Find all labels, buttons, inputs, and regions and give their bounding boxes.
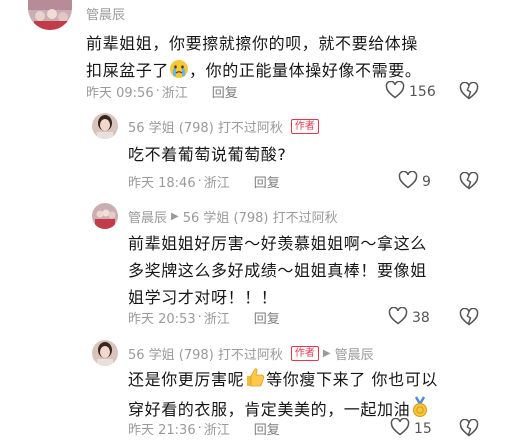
timestamp: 昨天 20:53 (128, 312, 196, 327)
avatar-56-xuejie[interactable] (92, 113, 118, 139)
comment-2-line-1: 吃不着葡萄说葡萄酸? (128, 145, 287, 164)
author-badge: 作者 (290, 346, 319, 361)
location: 浙江 (203, 176, 230, 191)
broken-heart-icon[interactable] (459, 418, 479, 441)
comment-3-author[interactable]: 管晨辰 ▶ 56 学姐 (798) 打不过阿秋 (128, 207, 338, 226)
avatar-56-xuejie[interactable] (92, 340, 118, 366)
heart-icon[interactable] (390, 417, 410, 440)
location: 浙江 (203, 312, 230, 327)
comment-1-meta: 昨天 09:56 · 浙江 回复 (86, 82, 238, 101)
comment-1-author[interactable]: 管晨辰 (86, 4, 125, 23)
like-count: 9 (422, 174, 431, 190)
comment-4-line-1: 还是你更厉害呢 等你瘦下来了 你也可以 (128, 366, 503, 396)
heart-icon[interactable] (388, 306, 408, 329)
avatar-guanchenchen[interactable] (28, 0, 72, 30)
reply-to-name[interactable]: 56 学姐 (798) 打不过阿秋 (183, 207, 338, 226)
timestamp: 昨天 09:56 (86, 86, 154, 101)
thumbs-up-icon (244, 366, 266, 396)
comment-4-line-1a: 还是你更厉害呢 (128, 370, 245, 389)
author-name[interactable]: 56 学姐 (798) 打不过阿秋 (128, 344, 283, 363)
reply-to-name[interactable]: 管晨辰 (335, 344, 374, 363)
like-count: 38 (412, 310, 430, 326)
like-button[interactable]: 156 (385, 80, 436, 103)
reply-arrow-icon: ▶ (171, 211, 179, 222)
like-button[interactable]: 9 (398, 170, 431, 193)
comment-1-text: 前辈姐姐，你要擦就擦你的呗，就不要给体操 扣屎盆子了 ，你的正能量体操好像不需要。 (86, 30, 496, 87)
timestamp: 昨天 21:36 (128, 423, 196, 438)
comment-thread: 管晨辰 前辈姐姐，你要擦就擦你的呗，就不要给体操 扣屎盆子了 ，你的正能量体操好像… (0, 0, 511, 444)
comment-4-text: 还是你更厉害呢 等你瘦下来了 你也可以 穿好看的衣服，肯定美美的，一起加油 (128, 366, 503, 426)
broken-heart-icon[interactable] (459, 307, 479, 330)
reply-button[interactable]: 回复 (212, 82, 238, 101)
timestamp: 昨天 18:46 (128, 176, 196, 191)
comment-3-meta: 昨天 20:53 · 浙江 回复 (128, 308, 280, 327)
comment-1-line-2b: ，你的正能量体操好像不需要。 (189, 61, 422, 80)
comment-3-text: 前辈姐姐好厉害～好羡慕姐姐啊～拿这么 多奖牌这么多好成绩～姐姐真棒！要像姐 姐学… (128, 230, 498, 311)
location: 浙江 (161, 86, 188, 101)
comment-3-line-2: 多奖牌这么多好成绩～姐姐真棒！要像姐 (128, 261, 427, 280)
comment-4-meta: 昨天 21:36 · 浙江 回复 (128, 419, 280, 438)
broken-heart-icon[interactable] (459, 171, 479, 194)
reply-button[interactable]: 回复 (254, 419, 280, 438)
like-button[interactable]: 15 (390, 417, 432, 440)
author-name[interactable]: 管晨辰 (86, 4, 125, 23)
comment-3-line-3: 姐学习才对呀！！！ (128, 288, 278, 307)
comment-4-author[interactable]: 56 学姐 (798) 打不过阿秋 作者 ▶ 管晨辰 (128, 344, 374, 363)
comment-2-author[interactable]: 56 学姐 (798) 打不过阿秋 作者 (128, 117, 319, 136)
like-count: 156 (409, 84, 436, 100)
comment-1-line-2a: 扣屎盆子了 (86, 61, 170, 80)
author-badge: 作者 (290, 119, 319, 134)
reply-button[interactable]: 回复 (254, 172, 280, 191)
comment-1-line-1: 前辈姐姐，你要擦就擦你的呗，就不要给体操 (86, 34, 419, 53)
like-button[interactable]: 38 (388, 306, 430, 329)
author-name[interactable]: 56 学姐 (798) 打不过阿秋 (128, 117, 283, 136)
heart-icon[interactable] (398, 170, 418, 193)
broken-heart-icon[interactable] (459, 81, 479, 104)
comment-2-meta: 昨天 18:46 · 浙江 回复 (128, 172, 280, 191)
comment-4-line-1b: 等你瘦下来了 你也可以 (266, 370, 438, 389)
author-name[interactable]: 管晨辰 (128, 207, 167, 226)
location: 浙江 (203, 423, 230, 438)
like-count: 15 (414, 421, 432, 437)
reply-arrow-icon: ▶ (322, 348, 331, 359)
heart-icon[interactable] (385, 80, 405, 103)
comment-3-line-1: 前辈姐姐好厉害～好羡慕姐姐啊～拿这么 (128, 234, 427, 253)
avatar-guanchenchen[interactable] (92, 203, 118, 229)
comment-4-line-2a: 穿好看的衣服，肯定美美的，一起加油 (128, 400, 411, 419)
reply-button[interactable]: 回复 (254, 308, 280, 327)
comment-2-text: 吃不着葡萄说葡萄酸? (128, 141, 498, 168)
